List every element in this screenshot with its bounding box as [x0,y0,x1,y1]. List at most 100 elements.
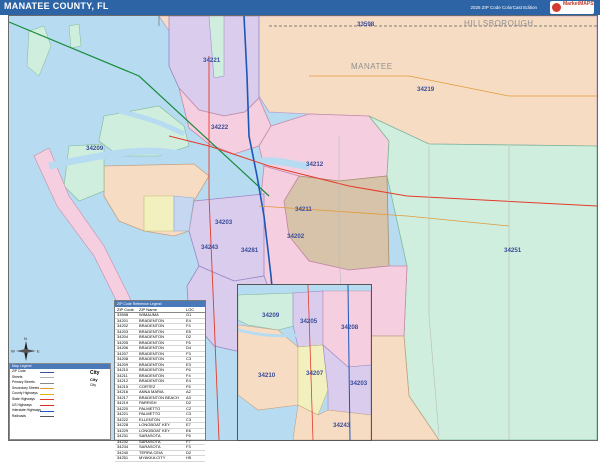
legend-cell-loc: D4 [186,345,192,350]
legend-cell-name: BRADENTON [139,334,165,339]
legend-cell-loc: G1 [186,312,192,317]
logo-text: MarketMAPS [563,1,594,7]
map-key-swatch [40,399,54,401]
legend-row: 34251 MYAKKA CITY H5 [115,455,205,462]
legend-cell-zip: 34212 [117,378,129,383]
map-key-label: Railroads [12,413,26,418]
compass-e: E [37,349,40,354]
compass-n: N [24,336,27,341]
legend-cell-name: ANNA MARIA [139,389,164,394]
legend-cell-zip: 34208 [117,356,129,361]
inset-zip-label: 34209 [262,312,280,319]
map-key-label: ZIP Code [12,369,26,373]
zip-label: 34211 [295,206,312,213]
legend-cell-zip: 34210 [117,367,129,372]
map-key-label: Streets [12,374,23,379]
zip-label: 34281 [241,247,259,254]
title-bar: MANATEE COUNTY, FL 2026 ZIP Code ColorCa… [0,0,600,15]
map-key-swatch [40,377,54,379]
legend-cell-name: BRADENTON [139,367,165,372]
legend-cell-zip: 34219 [117,400,129,405]
city-sample-small: City [90,383,97,387]
legend-cell-name: BRADENTON [139,323,165,328]
legend-cell-zip: 34202 [117,323,129,328]
legend-cell-name: WIMAUMA [139,312,159,317]
map-key: Map Legend ZIP Code Streets Primary Street… [9,363,111,440]
inset-zip-label: 34203 [350,380,368,387]
legend-cell-name: LONGBOAT KEY [139,422,170,427]
compass-w: W [11,349,15,354]
zip-label: 34203 [215,219,233,226]
legend-cell-loc: F4 [186,323,191,328]
legend-cell-zip: 34231 [117,433,129,438]
map-key-swatch [40,371,54,373]
map-key-item: Railroads [10,414,110,420]
inset-zip-label: 34207 [306,370,324,377]
inset-zip-label: 34205 [300,318,318,325]
legend-cell-zip: 34221 [117,411,129,416]
legend-cell-name: TERRA CEIA [139,449,163,455]
legend-cell-zip: 33598 [117,312,129,317]
legend-cell-zip: 34228 [117,422,129,427]
legend-cell-zip: 34206 [117,345,129,350]
county-label-hillsborough: HILLSBOROUGH [464,19,534,28]
map-edition: 2026 ZIP Code ColorCast Edition [470,5,537,10]
map-page: MANATEE COUNTY, FL 2026 ZIP Code ColorCa… [0,0,600,462]
inset-zip-label: 34208 [341,324,359,331]
map-key-label: Primary Streets [12,380,35,385]
map-key-label: Secondary Streets [12,385,40,390]
map-key-label: Interstate Highways [12,408,41,413]
legend-cell-zip: 34251 [117,455,129,460]
publisher-logo: MarketMAPS [550,1,594,14]
legend-cell-loc: D2 [186,400,192,405]
zip-label: 34212 [306,161,324,168]
legend-cell-zip: 34240 [117,449,129,455]
map-key-swatch [40,405,54,407]
map-key-label: State Highways [12,396,35,401]
legend-cell-loc: E7 [186,422,191,427]
legend-cell-loc: C3 [186,356,192,361]
logo-globe-icon [552,3,561,12]
zip-label: 34251 [504,247,522,254]
map-key-swatch [40,388,54,390]
legend-rows: 33598 WIMAUMA G1 34201 BRADENTON E4 34202 BRADE… [115,312,205,462]
inset-zip-label: 34243 [333,422,351,429]
legend-cell-zip: 34234 [117,444,129,449]
legend-cell-zip: 34216 [117,389,129,394]
legend-cell-name: PALMETTO [139,411,161,416]
bay-island [68,23,82,49]
legend-cell-zip: 34204 [117,334,129,339]
legend-cell-name: SARASOTA [139,438,161,444]
zip-label: 34221 [203,57,221,64]
inset-map-svg[interactable]: 34209 34205 34208 34210 34207 34203 3424… [238,285,371,440]
legend-cell-name: BRADENTON [139,345,165,350]
legend-cell-loc: F7 [186,438,191,444]
legend-cell-name: MYAKKA CITY [139,455,166,460]
legend-cell-loc: F6 [186,433,191,438]
map-key-label: County Highways [12,391,38,396]
zip-label: 33598 [357,21,375,28]
zip-label: 34222 [211,124,229,131]
zip-reference-legend: ZIP Code Reference Legend ZIP Code ZIP N… [114,300,206,462]
zip-label: 34243 [201,244,219,251]
legend-cell-loc: E4 [186,378,191,383]
legend-cell-name: PARRISH [139,400,157,405]
legend-cell-name: BRADENTON [139,378,165,383]
legend-cell-loc: F3 [186,444,191,449]
legend-cell-loc: F6 [186,367,191,372]
map-title: MANATEE COUNTY, FL [4,1,109,11]
city-sample-large: City [90,370,100,376]
inset-map[interactable]: 34209 34205 34208 34210 34207 34203 3424… [237,284,372,441]
zip-label: 34202 [287,233,305,240]
inset-zip-label: 34210 [258,372,276,379]
map-key-swatch [40,410,54,412]
map-key-swatch [40,393,54,395]
zip-label: 34219 [417,86,435,93]
zip-area-34207[interactable] [143,195,175,232]
legend-cell-loc: D2 [186,449,192,455]
map-key-swatch [40,416,54,418]
county-label-manatee: MANATEE [351,62,393,71]
legend-cell-loc: A2 [186,389,191,394]
zip-label: 34209 [86,145,104,152]
legend-cell-loc: C3 [186,411,192,416]
